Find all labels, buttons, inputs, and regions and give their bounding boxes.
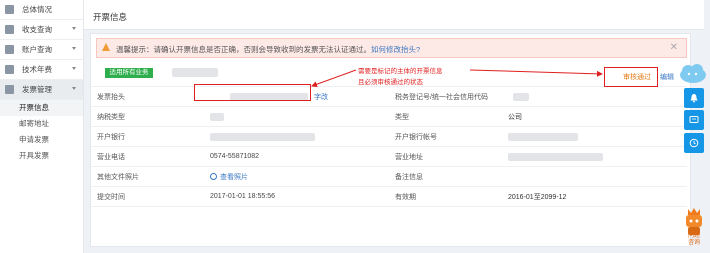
message-icon[interactable] [684, 110, 704, 130]
clock-icon[interactable] [684, 133, 704, 153]
bell-icon[interactable] [684, 88, 704, 108]
arrow-to-status [469, 69, 603, 77]
help-label[interactable]: 问题 咨询 [684, 233, 704, 247]
annotation-arrows [311, 69, 603, 88]
cloud-mascot-icon[interactable] [678, 62, 708, 84]
arrow-to-title [311, 69, 357, 88]
